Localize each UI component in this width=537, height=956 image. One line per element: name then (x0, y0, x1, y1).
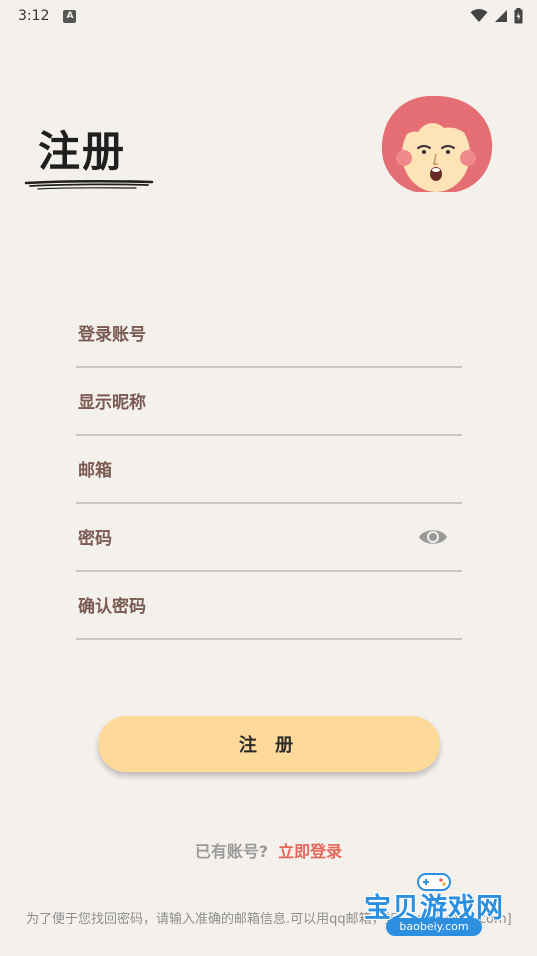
status-left: 3:12 A (18, 8, 77, 24)
confirm-password-input[interactable] (76, 590, 462, 638)
battery-charging-icon (514, 8, 523, 24)
login-row: 已有账号? 立即登录 (0, 838, 537, 862)
notification-badge-icon: A (63, 9, 77, 23)
page-title: 注册 (38, 127, 127, 176)
brush-underline (24, 180, 154, 190)
account-input[interactable] (76, 318, 462, 366)
watermark: 宝贝游戏网 baobeiy.com (356, 870, 516, 950)
status-right (470, 8, 523, 24)
password-input[interactable] (76, 522, 462, 570)
wifi-icon (470, 9, 488, 22)
nickname-input[interactable] (76, 386, 462, 434)
girl-avatar-icon (381, 95, 493, 192)
eye-icon[interactable] (418, 526, 448, 548)
register-form (76, 300, 462, 640)
have-account-text: 已有账号? (194, 842, 269, 861)
account-field-row (76, 300, 462, 368)
email-field-row (76, 436, 462, 504)
signal-icon (495, 10, 507, 22)
status-bar: 3:12 A (0, 0, 537, 32)
password-field-row (76, 504, 462, 572)
email-input[interactable] (76, 454, 462, 502)
watermark-url: baobeiy.com (386, 918, 482, 936)
register-button[interactable]: 注 册 (98, 716, 440, 772)
status-time: 3:12 (18, 8, 50, 24)
confirm-password-field-row (76, 572, 462, 640)
nickname-field-row (76, 368, 462, 436)
login-link[interactable]: 立即登录 (278, 842, 342, 861)
